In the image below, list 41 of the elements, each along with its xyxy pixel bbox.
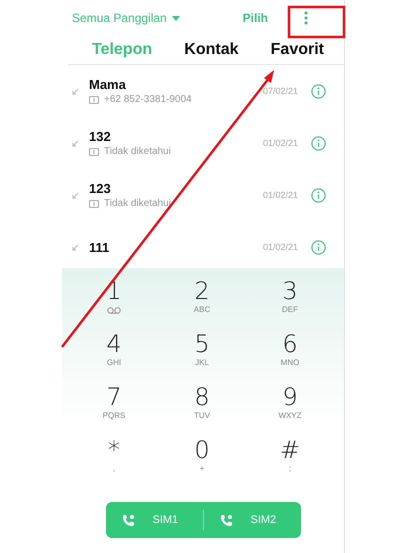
call-detail: Tidak diketahui — [104, 146, 171, 157]
dial-key[interactable]: 6 MNO — [246, 331, 334, 384]
dial-key[interactable]: 7 PQRS — [70, 384, 158, 437]
sim-icon — [89, 200, 99, 208]
dial-key[interactable]: 8 TUV — [158, 384, 246, 437]
dial-key[interactable]: 4 GHI — [70, 331, 158, 384]
tab[interactable]: Favorit — [270, 41, 324, 59]
call-type-icon — [72, 88, 79, 94]
caller-name: Mama — [89, 77, 127, 92]
call-type-icon — [72, 244, 79, 250]
dial-key[interactable]: 3 DEF — [246, 278, 334, 331]
caller-name: 111 — [89, 240, 110, 254]
dial-key[interactable]: 5 JKL — [158, 331, 246, 384]
call-date: 07/02/21 — [262, 86, 298, 96]
call-detail: Tidak diketahui — [104, 198, 171, 209]
phone-icon — [122, 514, 134, 526]
dial-key[interactable]: * , — [70, 437, 158, 490]
call-detail: +62 852-3381-9004 — [104, 94, 192, 105]
dial-key[interactable]: # ; — [246, 437, 334, 490]
info-icon[interactable] — [311, 84, 326, 98]
dial-key[interactable]: 9 WXYZ — [246, 384, 334, 437]
sim-icon — [89, 96, 99, 104]
info-icon[interactable] — [311, 240, 326, 254]
call-date: 01/02/21 — [262, 242, 298, 252]
sim-icon — [89, 148, 99, 156]
call-type-icon — [72, 192, 79, 198]
info-icon[interactable] — [311, 188, 326, 202]
caller-name: 132 — [89, 129, 112, 144]
call-type-icon — [72, 140, 79, 146]
tab[interactable]: Kontak — [184, 41, 239, 59]
highlight-box — [288, 6, 346, 38]
phone-icon — [220, 514, 232, 526]
call-date: 01/02/21 — [262, 190, 298, 200]
caller-name: 123 — [89, 181, 112, 196]
voicemail-icon — [107, 307, 121, 314]
dial-key[interactable]: 0 + — [158, 437, 246, 490]
info-icon[interactable] — [311, 136, 326, 150]
more-icon[interactable] — [304, 11, 308, 25]
caret-icon — [172, 16, 180, 20]
dial-key[interactable]: 2 ABC — [158, 278, 246, 331]
call-date: 01/02/21 — [262, 138, 298, 148]
